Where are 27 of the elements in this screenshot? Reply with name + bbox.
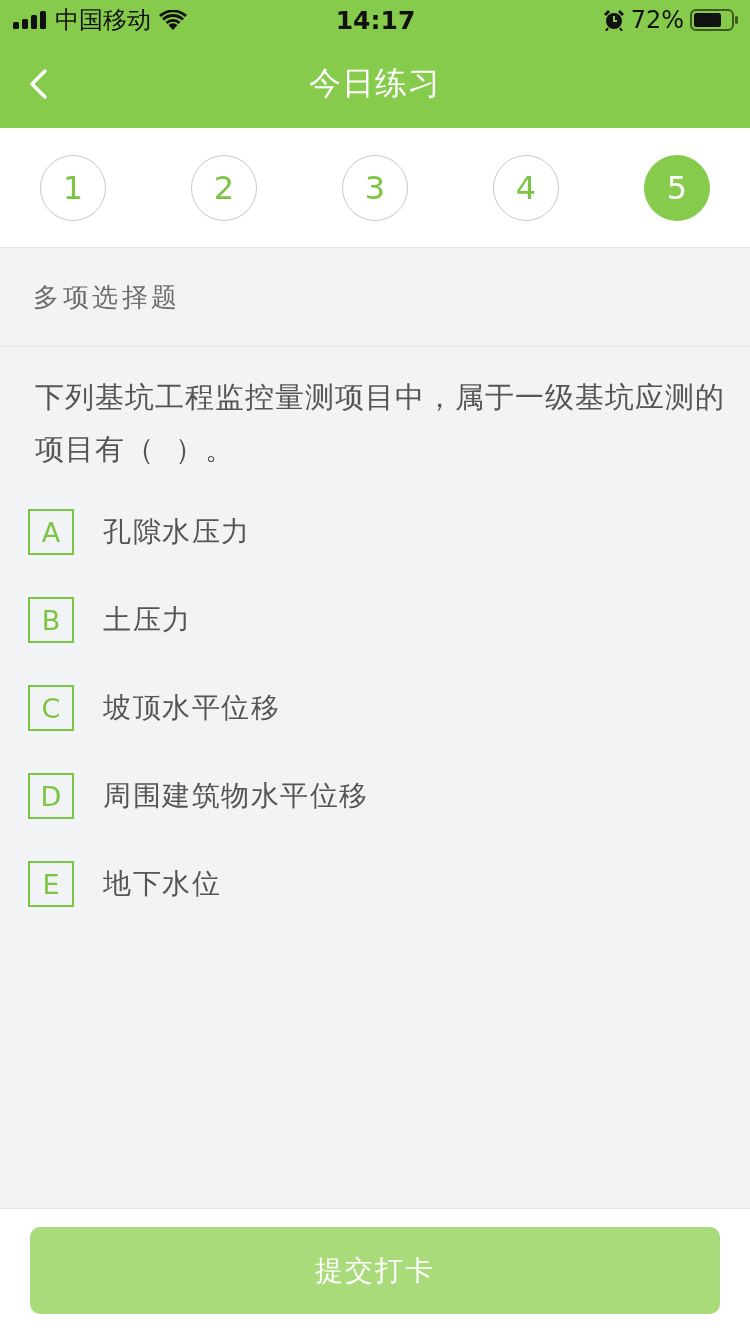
option-text[interactable]: 周围建筑物水平位移 <box>103 777 369 815</box>
option-text[interactable]: 孔隙水压力 <box>103 513 251 551</box>
question-number-button[interactable]: 3 <box>342 155 408 221</box>
signal-bars-icon <box>13 11 47 29</box>
wifi-icon <box>159 10 187 30</box>
question-number-button[interactable]: 1 <box>40 155 106 221</box>
option-text[interactable]: 坡顶水平位移 <box>103 689 280 727</box>
question-text: 下列基坑工程监控量测项目中，属于一级基坑应测的项目有（ ）。 <box>35 379 726 468</box>
back-button[interactable] <box>28 68 48 100</box>
chevron-left-icon <box>28 68 48 100</box>
option-checkbox[interactable]: B <box>28 597 74 643</box>
question-number-button[interactable]: 4 <box>493 155 559 221</box>
battery-icon <box>690 9 738 31</box>
carrier-name: 中国移动 <box>55 5 151 36</box>
alarm-clock-icon <box>602 9 625 31</box>
option-checkbox[interactable]: A <box>28 509 74 555</box>
battery-percentage: 72% <box>630 6 684 34</box>
option-text[interactable]: 地下水位 <box>103 865 221 903</box>
status-time: 14:17 <box>335 5 416 35</box>
question-number-button[interactable]: 5 <box>644 155 710 221</box>
option-text[interactable]: 土压力 <box>103 601 192 639</box>
option-checkbox[interactable]: D <box>28 773 74 819</box>
question-type-label: 多项选择题 <box>33 280 181 314</box>
option-checkbox[interactable]: E <box>28 861 74 907</box>
question-number-button[interactable]: 2 <box>191 155 257 221</box>
option-checkbox[interactable]: C <box>28 685 74 731</box>
page-title: 今日练习 <box>309 63 441 104</box>
